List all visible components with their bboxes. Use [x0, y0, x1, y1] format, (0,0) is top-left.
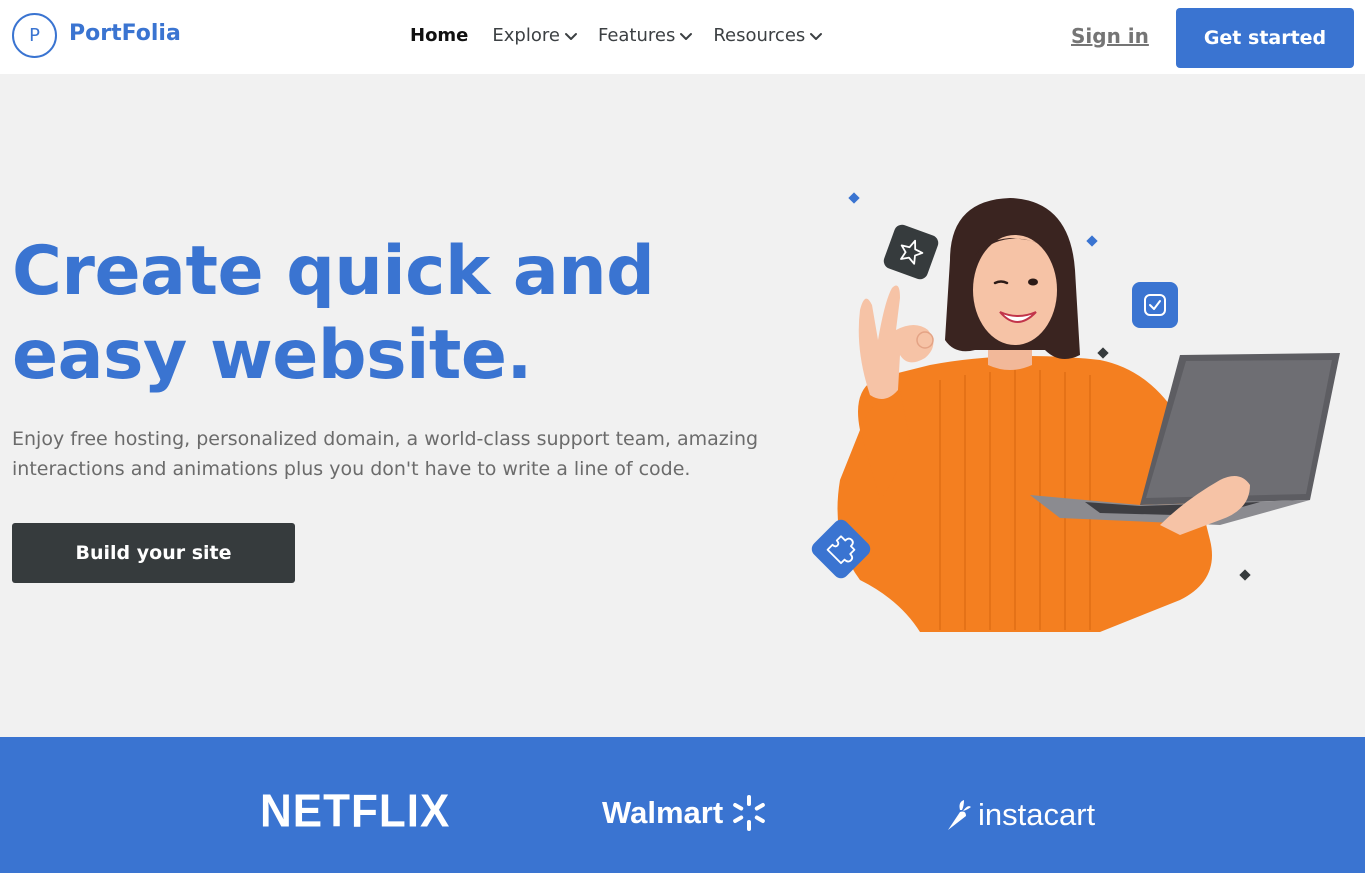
- chevron-down-icon: [810, 32, 823, 40]
- site-header: P PortFolia Home Explore Features Resour…: [0, 0, 1365, 74]
- main-nav: Home Explore Features Resources: [410, 25, 843, 46]
- walmart-spark-icon: [733, 795, 766, 831]
- brand-label: instacart: [978, 797, 1096, 832]
- hero-title: Create quick and easy website.: [12, 232, 655, 395]
- brand-logos-band: NETFLIX Walmart instacart: [0, 737, 1365, 873]
- decor-diamond: [1097, 347, 1109, 359]
- nav-item-label: Features: [597, 25, 676, 46]
- chevron-down-icon: [564, 32, 577, 40]
- decor-diamond: [1239, 569, 1251, 581]
- logo-mark: P: [12, 13, 57, 58]
- build-your-site-button[interactable]: Build your site: [12, 523, 295, 583]
- brand-logo[interactable]: P PortFolia: [12, 13, 181, 58]
- carrot-icon: [948, 800, 971, 830]
- instacart-logo: instacart: [944, 797, 1095, 833]
- nav-item-resources[interactable]: Resources: [713, 25, 823, 46]
- nav-item-label: Home: [410, 25, 469, 46]
- nav-item-features[interactable]: Features: [598, 25, 693, 46]
- brand-label: NETFLIX: [260, 785, 451, 838]
- nav-item-label: Resources: [713, 25, 806, 46]
- person-face: [973, 235, 1057, 345]
- nav-item-explore[interactable]: Explore: [492, 25, 578, 46]
- decor-diamond: [848, 192, 860, 204]
- person-eye: [1028, 278, 1038, 286]
- nav-item-label: Explore: [492, 25, 560, 46]
- hero-illustration: [811, 192, 1340, 632]
- check-badge-icon: [1132, 282, 1178, 328]
- get-started-button[interactable]: Get started: [1176, 8, 1354, 68]
- walmart-logo: Walmart: [602, 793, 769, 833]
- decor-diamond: [1086, 235, 1098, 247]
- nav-item-home[interactable]: Home: [410, 25, 468, 46]
- hero-subtitle: Enjoy free hosting, personalized domain,…: [12, 428, 759, 480]
- chevron-down-icon: [680, 32, 693, 40]
- sign-in-link[interactable]: Sign in: [1071, 24, 1149, 48]
- brand-label: Walmart: [602, 795, 724, 830]
- brand-name: PortFolia: [69, 21, 181, 46]
- star-badge-icon: [883, 224, 939, 280]
- netflix-logo: NETFLIX: [260, 786, 450, 839]
